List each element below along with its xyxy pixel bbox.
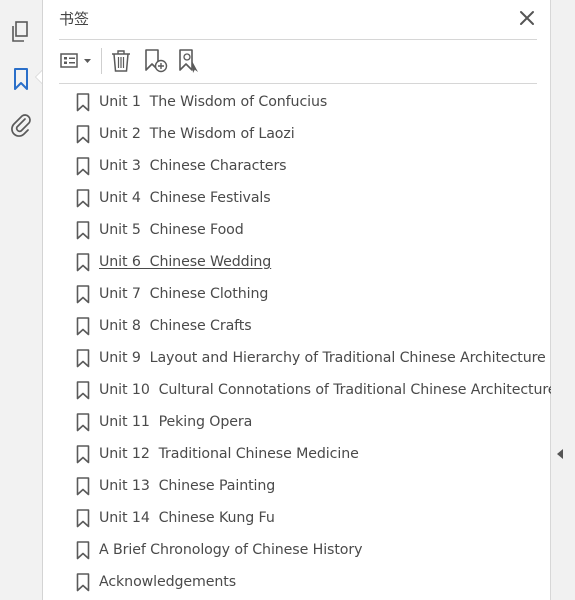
bookmark-icon [76,189,90,208]
pages-icon[interactable] [7,18,35,46]
bookmark-item[interactable]: Unit 14 Chinese Kung Fu [76,506,536,532]
bookmark-label: Acknowledgements [99,574,237,590]
bookmark-label: Unit 3 Chinese Characters [99,158,287,174]
bookmark-icon [76,317,90,336]
bookmark-item[interactable]: A Brief Chronology of Chinese History [76,538,536,564]
bookmark-item[interactable]: Unit 10 Cultural Connotations of Traditi… [76,378,557,404]
bookmark-item[interactable]: Unit 8 Chinese Crafts [76,314,536,340]
bookmarks-icon[interactable] [7,65,35,93]
bookmark-icon [76,349,90,368]
bookmarks-panel: 书签 Unit 1 The Wisdom of Confucius Unit 2… [43,0,557,600]
bookmark-label: Unit 4 Chinese Festivals [99,190,271,206]
bookmark-item[interactable]: Unit 7 Chinese Clothing [76,282,536,308]
close-icon[interactable] [518,9,536,27]
divider [59,83,537,84]
bookmark-icon [76,125,90,144]
bookmark-item[interactable]: Unit 6 Chinese Wedding [76,250,536,276]
divider [59,39,537,40]
bookmark-item[interactable]: Unit 4 Chinese Festivals [76,186,536,212]
bookmark-item[interactable]: Unit 3 Chinese Characters [76,154,536,180]
bookmark-item[interactable]: Acknowledgements [76,570,536,596]
bookmark-label: Unit 14 Chinese Kung Fu [99,510,275,526]
navigation-rail [0,0,43,600]
bookmark-item[interactable]: Unit 2 The Wisdom of Laozi [76,122,536,148]
bookmark-item[interactable]: Unit 9 Layout and Hierarchy of Tradition… [76,346,546,372]
bookmark-item[interactable]: Unit 11 Peking Opera [76,410,536,436]
find-bookmark-icon[interactable] [176,48,204,74]
attachments-icon[interactable] [7,110,35,138]
bookmark-icon [76,157,90,176]
bookmark-icon [76,541,90,560]
bookmark-label: Unit 6 Chinese Wedding [99,254,272,270]
bookmark-icon [76,509,90,528]
bookmark-label: Unit 10 Cultural Connotations of Traditi… [99,382,557,398]
bookmark-icon [76,477,90,496]
bookmark-label: Unit 7 Chinese Clothing [99,286,269,302]
bookmark-item[interactable]: Unit 13 Chinese Painting [76,474,536,500]
active-tab-pointer [35,70,42,84]
bookmarks-toolbar [59,46,259,76]
bookmark-icon [76,93,90,112]
bookmark-label: Unit 1 The Wisdom of Confucius [99,94,328,110]
bookmark-label: Unit 13 Chinese Painting [99,478,276,494]
toolbar-separator [101,48,102,74]
bookmark-icon [76,413,90,432]
bookmark-icon [76,221,90,240]
options-icon[interactable] [59,48,95,74]
bookmark-item[interactable]: Unit 12 Traditional Chinese Medicine [76,442,536,468]
bookmark-label: Unit 12 Traditional Chinese Medicine [99,446,359,462]
bookmark-label: Unit 2 The Wisdom of Laozi [99,126,295,142]
bookmark-item[interactable]: Unit 1 The Wisdom of Confucius [76,90,536,116]
bookmark-label: Unit 11 Peking Opera [99,414,253,430]
bookmark-icon [76,285,90,304]
bookmark-icon [76,445,90,464]
bookmark-icon [76,381,90,400]
panel-title: 书签 [59,10,90,28]
bookmark-icon [76,253,90,272]
bookmark-label: A Brief Chronology of Chinese History [99,542,363,558]
bookmark-label: Unit 8 Chinese Crafts [99,318,252,334]
bookmark-label: Unit 5 Chinese Food [99,222,244,238]
expand-panel-icon[interactable] [557,449,563,459]
bookmark-label: Unit 9 Layout and Hierarchy of Tradition… [99,350,546,366]
delete-bookmark-icon[interactable] [109,48,133,74]
collapsed-side-panel [551,0,575,600]
new-bookmark-icon[interactable] [142,48,170,74]
bookmark-item[interactable]: Unit 5 Chinese Food [76,218,536,244]
bookmark-icon [76,573,90,592]
